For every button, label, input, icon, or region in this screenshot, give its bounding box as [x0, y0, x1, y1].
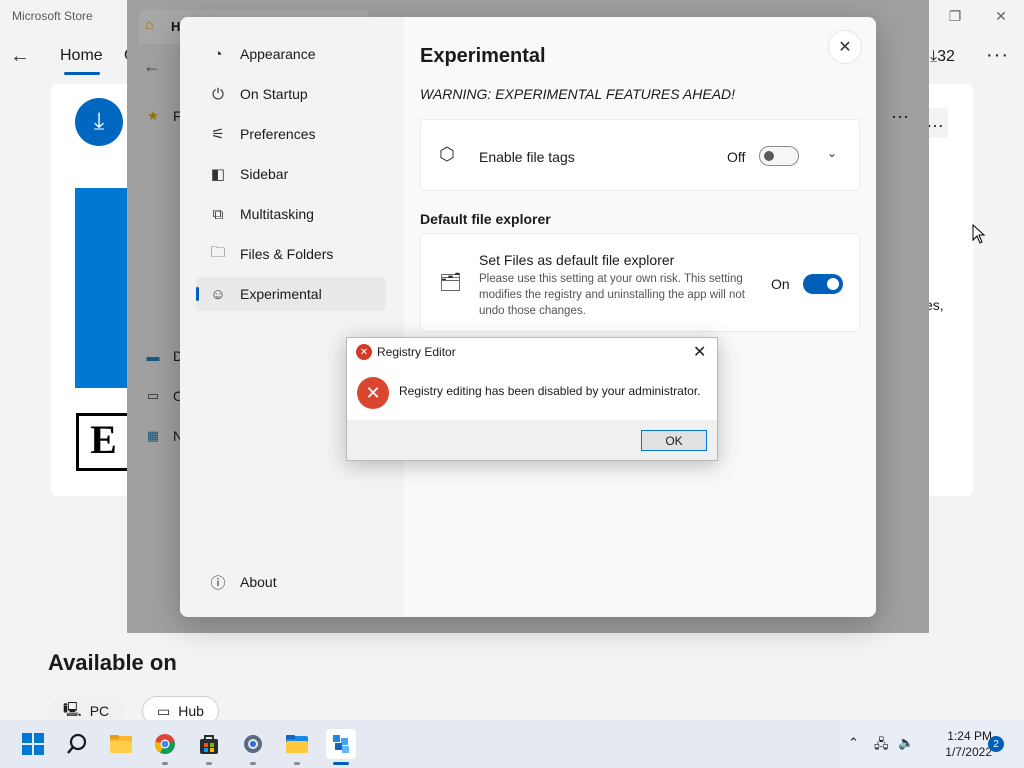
error-icon: ✕: [357, 377, 389, 409]
nav-experimental[interactable]: ☺ Experimental: [196, 277, 386, 311]
default-explorer-description: Please use this setting at your own risk…: [479, 273, 745, 317]
clock-time: 1:24 PM: [947, 729, 992, 743]
info-icon: ⓘ: [210, 574, 226, 592]
available-on-heading: Available on: [48, 650, 177, 675]
nav-files-folders[interactable]: 🗀 Files & Folders: [196, 237, 386, 271]
warning-text: WARNING: EXPERIMENTAL FEATURES AHEAD!: [420, 86, 736, 102]
nav-label: On Startup: [240, 86, 308, 102]
dialog-title: Registry Editor: [377, 345, 456, 359]
dialog-close-button[interactable]: ✕: [693, 342, 706, 362]
palette-icon: ◔: [213, 45, 223, 63]
settings-dialog: ◔ Appearance ⏻ On Startup ⚟ Preferences …: [180, 17, 876, 617]
search-icon: [67, 733, 87, 754]
file-tags-state-text: Off: [727, 149, 746, 165]
nav-on-startup[interactable]: ⏻ On Startup: [196, 77, 386, 111]
nav-appearance[interactable]: ◔ Appearance: [196, 37, 386, 71]
nav-label: About: [240, 574, 277, 590]
downloads-button[interactable]: ⤓32: [930, 48, 955, 66]
nav-multitasking[interactable]: ⧉ Multitasking: [196, 197, 386, 231]
nav-label: Multitasking: [240, 206, 314, 222]
sidebar-icon: ◧: [210, 166, 226, 183]
network-status-icon[interactable]: 🖧: [874, 735, 889, 757]
nav-label: Sidebar: [240, 166, 289, 182]
taskbar-settings[interactable]: [238, 729, 268, 759]
download-circle-icon: ⤓: [75, 98, 123, 146]
nav-label: Preferences: [240, 126, 316, 142]
nav-home-underline: [64, 72, 100, 75]
taskbar-file-explorer[interactable]: [106, 729, 136, 759]
clock[interactable]: 1:24 PM 1/7/2022: [932, 728, 992, 760]
chrome-icon: [155, 734, 175, 754]
product-hero-image: [75, 188, 135, 388]
close-settings-button[interactable]: ✕: [828, 30, 862, 64]
error-small-icon: ✕: [356, 344, 372, 360]
maximize-button[interactable]: ❐: [932, 4, 978, 28]
volume-icon[interactable]: 🔈: [898, 735, 914, 751]
store-icon: [200, 735, 218, 754]
close-window-button[interactable]: ✕: [978, 4, 1024, 28]
file-explorer-icon: 🗂: [439, 272, 462, 292]
default-explorer-card: 🗂 Set Files as default file explorer Ple…: [420, 233, 860, 332]
esrb-letter: E: [90, 417, 117, 462]
dialog-footer: OK: [347, 420, 717, 460]
nav-home[interactable]: Home: [60, 47, 103, 65]
store-window-title: Microsoft Store: [12, 9, 93, 23]
default-explorer-state-text: On: [771, 276, 790, 292]
files-app-icon: [286, 735, 308, 753]
taskbar-files[interactable]: [282, 729, 312, 759]
page-title: Experimental: [420, 45, 546, 67]
taskbar-microsoft-store[interactable]: [194, 729, 224, 759]
taskbar-chrome[interactable]: [150, 729, 180, 759]
section-default-explorer: Default file explorer: [420, 211, 551, 227]
registry-editor-dialog: ✕ Registry Editor ✕ ✕ Registry editing h…: [346, 337, 718, 461]
back-arrow-icon[interactable]: ←: [8, 44, 32, 68]
notification-badge[interactable]: 2: [988, 736, 1004, 752]
close-icon: ✕: [838, 39, 852, 56]
tag-icon: ⬡: [439, 144, 455, 164]
start-button[interactable]: [18, 729, 48, 759]
system-tray: ⌃ 🖧 🔈 1:24 PM 1/7/2022 2: [840, 720, 1024, 768]
search-button[interactable]: [62, 729, 92, 759]
nav-label: Appearance: [240, 46, 316, 62]
nav-label: Experimental: [240, 286, 322, 302]
mouse-cursor-icon: [972, 224, 986, 244]
registry-editor-icon: [333, 735, 349, 753]
esrb-rating-badge: E: [76, 413, 131, 471]
folder-icon: 🗀: [210, 243, 226, 261]
default-explorer-toggle[interactable]: [803, 274, 843, 294]
more-options-button[interactable]: ···: [986, 44, 1009, 67]
file-tags-label: Enable file tags: [479, 149, 575, 165]
power-icon: ⏻: [212, 85, 224, 103]
nav-sidebar[interactable]: ◧ Sidebar: [196, 157, 386, 191]
experimental-icon: ☺: [210, 285, 226, 303]
file-tags-toggle[interactable]: [759, 146, 799, 166]
dialog-message: Registry editing has been disabled by yo…: [399, 384, 701, 398]
file-tags-card[interactable]: ⬡ Enable file tags Off ⌄: [420, 119, 860, 191]
file-explorer-taskbar-icon: [110, 735, 132, 753]
taskbar-registry-editor[interactable]: [326, 729, 356, 759]
chevron-up-icon[interactable]: ⌃: [848, 735, 859, 751]
ok-button[interactable]: OK: [641, 430, 707, 451]
settings-nav: ◔ Appearance ⏻ On Startup ⚟ Preferences …: [180, 17, 404, 617]
taskbar: ⌃ 🖧 🔈 1:24 PM 1/7/2022 2: [0, 720, 1024, 768]
downloads-count: 32: [937, 48, 955, 65]
sliders-icon: ⚟: [211, 126, 225, 143]
nav-about[interactable]: ⓘ About: [196, 565, 386, 599]
hub-icon: ▭: [157, 702, 171, 719]
nav-preferences[interactable]: ⚟ Preferences: [196, 117, 386, 151]
nav-label: Files & Folders: [240, 246, 334, 262]
windows-logo-icon: [22, 733, 44, 755]
settings-content: Experimental ✕ WARNING: EXPERIMENTAL FEA…: [404, 17, 876, 617]
platform-hub-label: Hub: [178, 703, 204, 719]
multitasking-icon: ⧉: [212, 205, 224, 223]
platform-pc-label: PC: [89, 703, 110, 719]
settings-gear-icon: [244, 735, 262, 753]
default-explorer-label: Set Files as default file explorer: [479, 252, 675, 268]
chevron-down-icon[interactable]: ⌄: [827, 146, 837, 160]
clock-date: 1/7/2022: [945, 745, 992, 759]
